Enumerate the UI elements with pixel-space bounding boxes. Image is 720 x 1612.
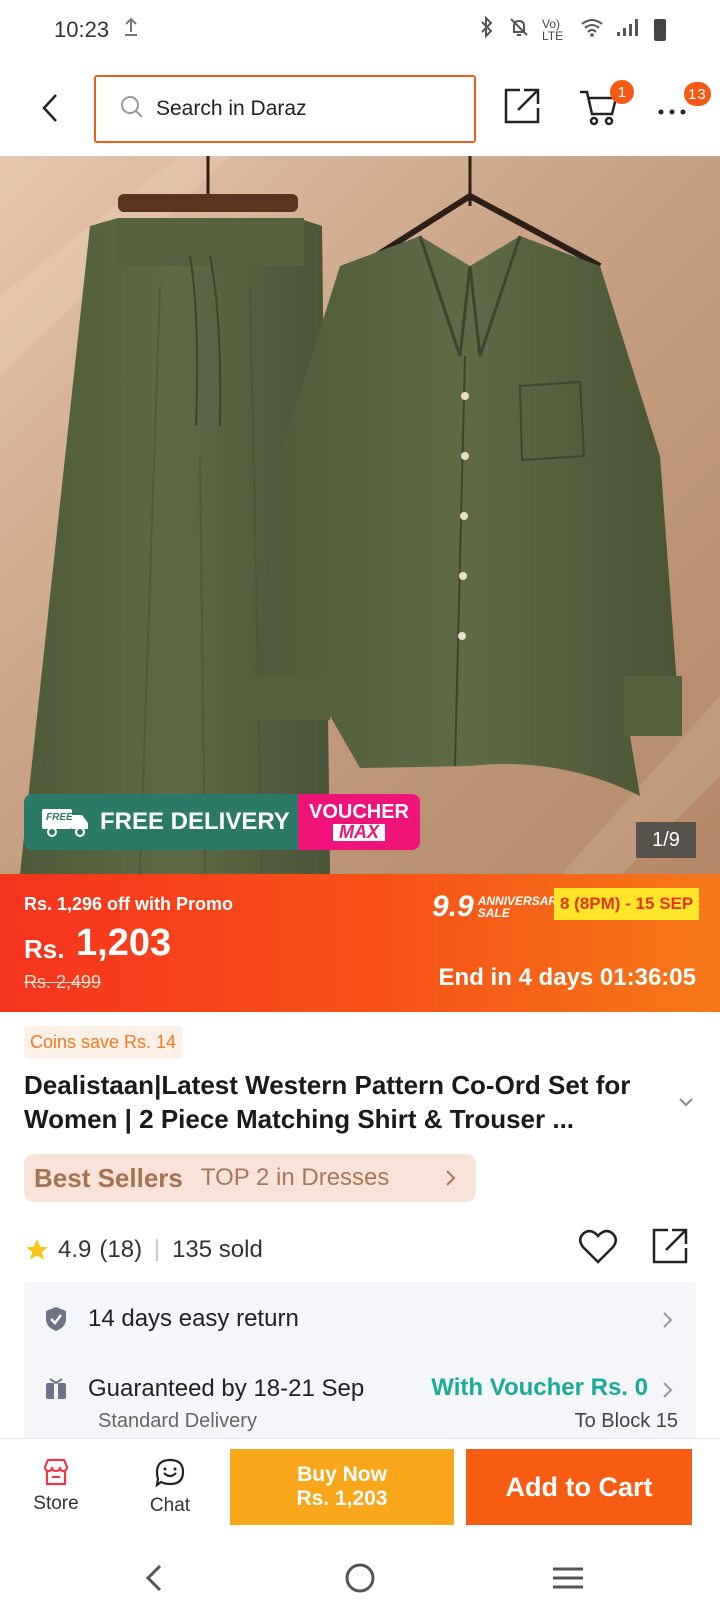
chevron-down-icon[interactable] [676, 1092, 696, 1112]
delivery-row[interactable]: Guaranteed by 18-21 Sep With Voucher Rs.… [24, 1364, 696, 1414]
share-product-button[interactable] [650, 1226, 694, 1270]
chevron-right-icon [444, 1168, 458, 1193]
search-input[interactable]: Search in Daraz [94, 75, 476, 143]
chat-button[interactable]: Chat [130, 1457, 210, 1517]
store-icon [43, 1458, 69, 1486]
delivery-voucher-text: With Voucher Rs. 0 [431, 1374, 648, 1401]
system-home-button[interactable] [340, 1558, 380, 1598]
anniversary-sale-logo: 9.9 ANNIVERSARY SALE [432, 890, 565, 924]
store-label: Store [33, 1493, 79, 1514]
shield-check-icon [42, 1305, 70, 1333]
price-currency: Rs. [24, 934, 65, 964]
return-policy-row[interactable]: 14 days easy return [24, 1294, 696, 1344]
network-label: Vo) LTE [542, 17, 564, 43]
sale-dates-badge: 8 (8PM) - 15 SEP [554, 888, 700, 920]
bestseller-logo: Best Sellers [34, 1162, 183, 1193]
wishlist-button[interactable] [578, 1228, 622, 1272]
wifi-icon [580, 17, 604, 43]
sold-count: 135 sold [172, 1236, 263, 1263]
return-policy-text: 14 days easy return [88, 1305, 299, 1332]
review-count: (18) [99, 1236, 143, 1263]
delivery-type: Standard Delivery [98, 1410, 257, 1432]
add-to-cart-label: Add to Cart [505, 1471, 653, 1502]
cart-button[interactable]: 1 [578, 80, 634, 128]
package-icon [42, 1375, 70, 1403]
system-navigation-bar [0, 1544, 720, 1612]
buy-now-label: Buy Now [297, 1463, 387, 1486]
product-title[interactable]: Dealistaan|Latest Western Pattern Co-Ord… [24, 1068, 664, 1136]
notification-count-badge: 13 [684, 82, 711, 106]
promo-text: Rs. 1,296 off with Promo [24, 894, 234, 914]
more-options-button[interactable]: 13 [656, 82, 711, 126]
delivery-truck-icon: FREE [36, 805, 92, 839]
battery-icon [654, 19, 666, 41]
delivery-location: To Block 15 [574, 1410, 678, 1432]
bestseller-badge[interactable]: Best Sellers TOP 2 in Dresses [24, 1154, 476, 1202]
service-info-box: 14 days easy return Guaranteed by 18-21 … [24, 1282, 696, 1442]
current-price: 1,203 [76, 922, 172, 964]
voucher-label: VOUCHER [308, 800, 409, 823]
chevron-right-icon [662, 1309, 674, 1337]
chat-icon [155, 1458, 185, 1488]
heart-icon [579, 1229, 617, 1264]
status-time: 10:23 [54, 17, 110, 42]
upload-arrow-icon [123, 17, 139, 43]
chat-label: Chat [149, 1495, 191, 1516]
search-icon [120, 95, 144, 124]
buy-now-button[interactable]: Buy Now Rs. 1,203 [230, 1449, 454, 1525]
back-arrow-icon [42, 94, 57, 122]
back-button[interactable] [30, 86, 70, 130]
store-button[interactable]: Store [16, 1457, 96, 1515]
bestseller-rank: TOP 2 in Dresses [200, 1164, 390, 1191]
free-delivery-banner: FREE FREE DELIVERY VOUCHER MAX [24, 794, 420, 850]
rating-value: 4.9 [58, 1236, 92, 1263]
share-button[interactable] [502, 86, 546, 130]
bottom-action-bar: Store Chat Buy Now Rs. 1,203 Add to Cart [0, 1438, 720, 1544]
countdown-timer: End in 4 days 01:36:05 [438, 964, 696, 991]
voucher-max-label: MAX [333, 823, 385, 842]
coins-badge: Coins save Rs. 14 [24, 1026, 183, 1059]
menu-lines-icon [553, 1567, 583, 1589]
home-circle-icon [345, 1563, 375, 1593]
cart-count-badge: 1 [610, 80, 634, 104]
product-image-gallery[interactable]: FREE FREE DELIVERY VOUCHER MAX 1/9 [0, 156, 720, 874]
mute-icon [508, 16, 530, 44]
back-chevron-icon [145, 1564, 162, 1592]
more-dots-icon [658, 109, 686, 115]
product-photo [0, 156, 720, 874]
free-delivery-label: FREE DELIVERY [100, 808, 290, 835]
add-to-cart-button[interactable]: Add to Cart [466, 1449, 692, 1525]
status-bar: 10:23 Vo) LTE [0, 0, 720, 60]
price-band: Rs. 1,296 off with Promo Rs. 1,203 Rs. 2… [0, 874, 720, 1012]
image-counter: 1/9 [636, 822, 696, 858]
system-recents-button[interactable] [548, 1558, 588, 1598]
search-placeholder: Search in Daraz [156, 97, 307, 120]
sale-logo-sub2: SALE [477, 906, 510, 920]
system-back-button[interactable] [134, 1558, 174, 1598]
buy-now-price: Rs. 1,203 [296, 1487, 388, 1510]
top-nav: Search in Daraz 1 13 [0, 60, 720, 156]
star-icon [24, 1237, 50, 1263]
signal-icon [616, 17, 642, 43]
share-icon [504, 88, 540, 124]
bluetooth-icon [478, 15, 496, 44]
free-tag: FREE [46, 811, 73, 823]
sale-logo-number: 9.9 [432, 890, 474, 923]
original-price: Rs. 2,499 [24, 972, 102, 992]
share-icon [652, 1228, 688, 1264]
chevron-right-icon [662, 1379, 674, 1407]
delivery-estimate-text: Guaranteed by 18-21 Sep [88, 1375, 365, 1402]
divider [156, 1239, 159, 1261]
